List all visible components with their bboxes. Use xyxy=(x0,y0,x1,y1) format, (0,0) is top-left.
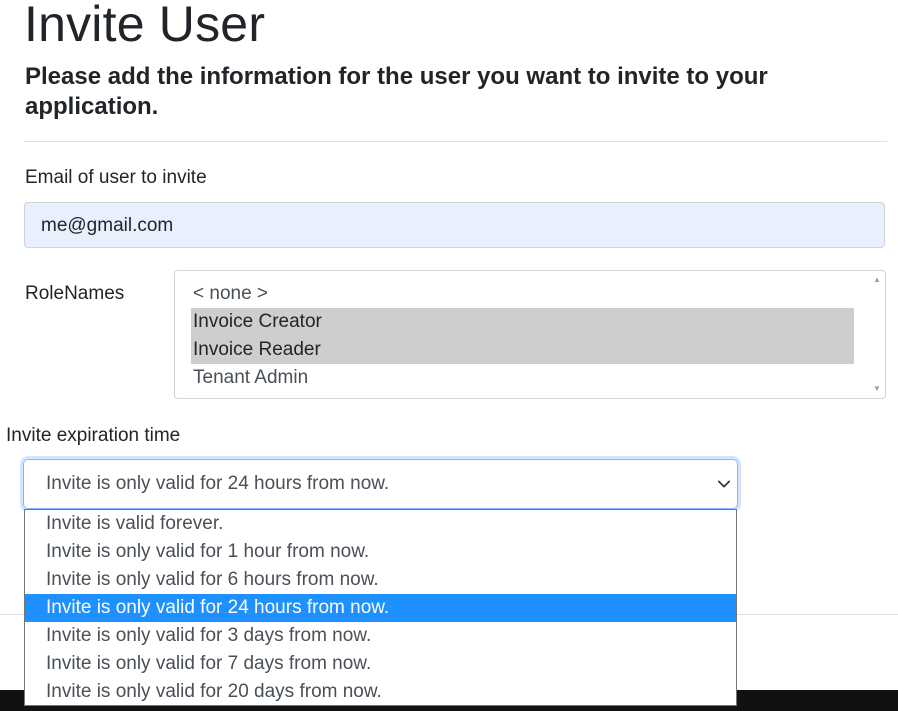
page-subtitle: Please add the information for the user … xyxy=(25,63,768,120)
expiration-select[interactable]: Invite is only valid for 24 hours from n… xyxy=(23,459,738,509)
page-title: Invite User xyxy=(24,0,266,52)
chevron-down-icon xyxy=(717,480,731,488)
role-names-label: RoleNames xyxy=(25,283,125,304)
role-option[interactable]: Invoice Creator xyxy=(191,308,854,336)
role-list-scrollbar[interactable]: ▲ ▼ xyxy=(869,271,885,398)
expiration-option[interactable]: Invite is only valid for 20 days from no… xyxy=(25,678,736,706)
role-names-listbox[interactable]: < none > Invoice Creator Invoice Reader Ten… xyxy=(174,270,886,399)
role-option[interactable]: < none > xyxy=(191,280,854,308)
expiration-option[interactable]: Invite is only valid for 3 days from now… xyxy=(25,622,736,650)
expiration-option[interactable]: Invite is only valid for 7 days from now… xyxy=(25,650,736,678)
scroll-down-arrow-icon[interactable]: ▼ xyxy=(869,382,885,396)
expiration-label: Invite expiration time xyxy=(6,425,181,446)
role-option[interactable]: Tenant Admin xyxy=(191,364,854,392)
expiration-option[interactable]: Invite is only valid for 6 hours from no… xyxy=(25,566,736,594)
role-option[interactable]: Invoice Reader xyxy=(191,336,854,364)
expiration-option[interactable]: Invite is only valid for 24 hours from n… xyxy=(25,594,736,622)
header-divider xyxy=(24,141,887,142)
expiration-selected-value: Invite is only valid for 24 hours from n… xyxy=(46,473,390,494)
email-label: Email of user to invite xyxy=(25,167,207,188)
invite-user-page: Invite User Please add the information f… xyxy=(0,0,898,711)
scroll-up-arrow-icon[interactable]: ▲ xyxy=(869,273,885,287)
expiration-dropdown-list[interactable]: Invite is valid forever. Invite is only v… xyxy=(24,509,737,706)
expiration-option[interactable]: Invite is valid forever. xyxy=(25,510,736,538)
expiration-option[interactable]: Invite is only valid for 1 hour from now… xyxy=(25,538,736,566)
email-field[interactable]: me@gmail.com xyxy=(24,202,885,248)
